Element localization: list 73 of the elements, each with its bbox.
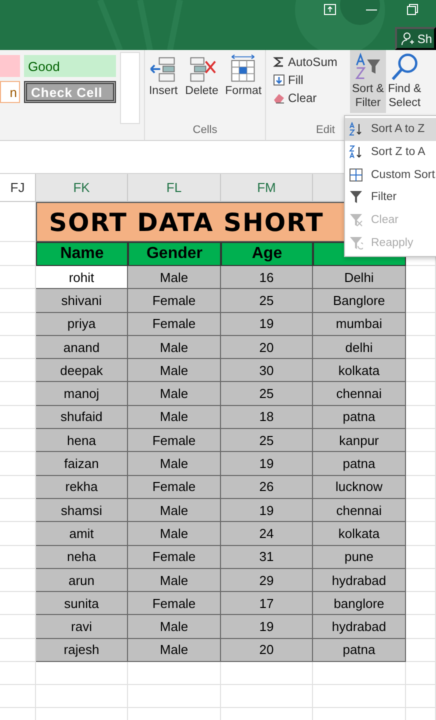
table-cell: rekha — [36, 476, 128, 499]
table-cell: kolkata — [313, 522, 406, 546]
table-cell: patna — [313, 452, 406, 476]
table-cell: chennai — [313, 382, 406, 406]
table-cell: Female — [128, 546, 221, 569]
table-cell: delhi — [313, 336, 406, 360]
table-cell: chennai — [313, 498, 406, 522]
table-cell: shufaid — [36, 406, 128, 430]
table-cell: patna — [313, 406, 406, 430]
table-cell: Male — [128, 452, 221, 476]
header-cell: Age — [221, 242, 313, 266]
table-cell: Male — [128, 382, 221, 406]
table-cell: faizan — [36, 452, 128, 476]
table-cell: Male — [128, 336, 221, 360]
table-cell: Banglore — [313, 289, 406, 313]
header-cell: Gender — [128, 242, 221, 266]
table-cell: priya — [36, 312, 128, 336]
table-cell: Female — [128, 289, 221, 313]
table-cell: Male — [128, 638, 221, 662]
table-cell: 19 — [221, 312, 313, 336]
table-cell: Male — [128, 615, 221, 639]
table-cell: banglore — [313, 592, 406, 616]
table-cell: deepak — [36, 359, 128, 382]
table-cell: 17 — [221, 592, 313, 616]
table-cell: manoj — [36, 382, 128, 406]
table-cell: rohit — [36, 266, 128, 290]
table-cell: shamsi — [36, 498, 128, 522]
table-cell: 26 — [221, 476, 313, 499]
group-label: Edit — [316, 124, 335, 136]
table-cell: hena — [36, 429, 128, 452]
group-label: Cells — [192, 124, 218, 138]
table-cell: 29 — [221, 568, 313, 592]
table-cell: arun — [36, 568, 128, 592]
table-cell: neha — [36, 546, 128, 569]
table-cell: Delhi — [313, 266, 406, 290]
table-cell: sunita — [36, 592, 128, 616]
table-cell: Male — [128, 406, 221, 430]
table-cell: anand — [36, 336, 128, 360]
table-cell: kolkata — [313, 359, 406, 382]
table-cell: 25 — [221, 382, 313, 406]
table-cell: hydrabad — [313, 568, 406, 592]
table-cell: 19 — [221, 452, 313, 476]
table-cell: Male — [128, 359, 221, 382]
table-cell: patna — [313, 638, 406, 662]
table-cell: Male — [128, 568, 221, 592]
table-cell: 19 — [221, 498, 313, 522]
table-cell: Female — [128, 592, 221, 616]
table-cell: 20 — [221, 336, 313, 360]
table-cell: Female — [128, 429, 221, 452]
table-cell: hydrabad — [313, 615, 406, 639]
table-cell: Male — [128, 266, 221, 290]
table-cell: 18 — [221, 406, 313, 430]
table-cell: 19 — [221, 615, 313, 639]
table-cell: amit — [36, 522, 128, 546]
table-cell: kanpur — [313, 429, 406, 452]
table-cell: ravi — [36, 615, 128, 639]
table-cell: shivani — [36, 289, 128, 313]
table-cell: rajesh — [36, 638, 128, 662]
table-cell: 20 — [221, 638, 313, 662]
table-cell: Male — [128, 522, 221, 546]
table-cell: 16 — [221, 266, 313, 290]
table-cell: lucknow — [313, 476, 406, 499]
table-cell: Female — [128, 476, 221, 499]
table-cell: Male — [128, 498, 221, 522]
table-cell: mumbai — [313, 312, 406, 336]
table-cell: 25 — [221, 289, 313, 313]
table-cell: 24 — [221, 522, 313, 546]
table-cell: 31 — [221, 546, 313, 569]
table-cell: Female — [128, 312, 221, 336]
table-cell: 30 — [221, 359, 313, 382]
table-cell: pune — [313, 546, 406, 569]
table-cell: 25 — [221, 429, 313, 452]
header-cell: Name — [36, 242, 128, 266]
